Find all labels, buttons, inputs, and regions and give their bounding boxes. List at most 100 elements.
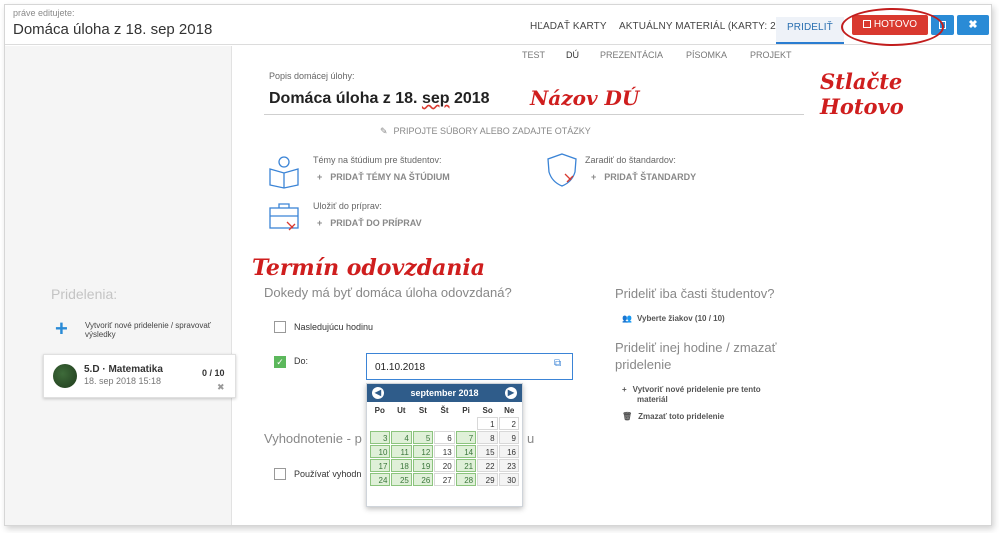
tab-exam[interactable]: PÍSOMKA xyxy=(686,50,727,60)
calendar-day[interactable]: 4 xyxy=(391,431,412,444)
calendar-day[interactable]: 23 xyxy=(498,459,519,472)
tab-assign[interactable]: PRIDELIŤ xyxy=(776,17,844,44)
add-standards-link[interactable]: + PRIDAŤ ŠTANDARDY xyxy=(591,172,696,182)
calendar-day[interactable]: 3 xyxy=(370,431,391,444)
calendar-grid: 1 2 3 4 5 6 7 8 9 10 11 12 13 14 15 16 1… xyxy=(367,417,522,486)
remove-icon[interactable]: ✖ xyxy=(217,382,225,393)
calendar-day[interactable]: 25 xyxy=(391,473,412,486)
app-window: práve editujete: Domáca úloha z 18. sep … xyxy=(4,4,992,526)
deadline-date-input[interactable]: 01.10.2018 xyxy=(366,353,573,380)
calendar-day-empty xyxy=(370,417,390,430)
calendar-day-empty xyxy=(413,417,433,430)
calendar-day[interactable]: 7 xyxy=(455,431,477,444)
calendar-day: 1 xyxy=(477,417,498,430)
attach-link[interactable]: ✎ PRIPOJTE SÚBORY ALEBO ZADAJTE OTÁZKY xyxy=(380,126,591,137)
calendar-day[interactable]: 11 xyxy=(391,445,412,458)
add-prep-link[interactable]: + PRIDAŤ DO PRÍPRAV xyxy=(317,218,422,228)
description-label: Popis domácej úlohy: xyxy=(269,71,355,81)
partial-students-title: Prideliť iba časti študentov? xyxy=(615,286,775,301)
evaluation-title: Vyhodnotenie - p xyxy=(264,431,362,446)
calendar-day[interactable]: 29 xyxy=(477,473,498,486)
tab-search-cards[interactable]: HĽADAŤ KARTY xyxy=(530,21,607,32)
new-assignment-link[interactable]: Vytvoriť nové pridelenie / spravovať výs… xyxy=(85,321,215,339)
next-month-icon[interactable]: ▶ xyxy=(505,387,517,399)
standards-label: Zaradiť do štandardov: xyxy=(585,155,676,165)
calendar-day[interactable]: 15 xyxy=(477,445,498,458)
editing-label: práve editujete: xyxy=(13,8,75,18)
class-assignment-card[interactable]: 5.D · Matematika 18. sep 2018 15:18 0 / … xyxy=(43,354,236,398)
delete-assignment-link[interactable]: 🗑 Zmazať toto pridelenie xyxy=(622,412,724,421)
calendar-day[interactable]: 24 xyxy=(370,473,391,486)
plus-icon: + xyxy=(317,218,323,228)
class-avatar xyxy=(53,364,77,388)
calendar-day[interactable]: 19 xyxy=(412,459,434,472)
to-date-checkbox[interactable]: ✓ xyxy=(274,356,286,368)
deadline-question: Dokedy má byť domáca úloha odovzdaná? xyxy=(264,285,512,300)
tab-project[interactable]: PROJEKT xyxy=(750,50,792,60)
use-evaluation-checkbox[interactable] xyxy=(274,468,286,480)
trash-icon: 🗑 xyxy=(622,412,633,421)
tab-presentation[interactable]: PREZENTÁCIA xyxy=(600,50,663,60)
tab-current-material[interactable]: AKTUÁLNY MATERIÁL (KARTY: 2) xyxy=(619,21,779,32)
plus-icon: + xyxy=(622,385,627,394)
other-lesson-title-2: pridelenie xyxy=(615,357,672,372)
calendar-day[interactable]: 20 xyxy=(434,459,455,472)
other-lesson-title: Prideliť inej hodine / zmazať xyxy=(615,340,777,355)
shield-icon xyxy=(547,153,577,187)
calendar-month: september 2018 xyxy=(410,388,479,398)
calendar-day: 2 xyxy=(498,417,519,430)
to-date-label: Do: xyxy=(294,356,309,366)
assignments-sidebar: Pridelenia: + Vytvoriť nové pridelenie /… xyxy=(5,46,236,525)
class-date: 18. sep 2018 15:18 xyxy=(84,376,162,386)
calendar-day[interactable]: 9 xyxy=(498,431,519,444)
calendar-day[interactable]: 10 xyxy=(370,445,391,458)
briefcase-icon xyxy=(269,203,299,231)
external-link-icon[interactable]: ⧉ xyxy=(554,358,561,369)
select-students-link[interactable]: 👥 Vyberte žiakov (10 / 10) xyxy=(622,314,725,323)
calendar-day[interactable]: 30 xyxy=(498,473,519,486)
tab-homework[interactable]: DÚ xyxy=(566,50,579,60)
annotation-deadline: Termín odovzdania xyxy=(252,255,485,281)
calendar-day[interactable]: 8 xyxy=(477,431,498,444)
annotation-name: Názov DÚ xyxy=(530,86,640,110)
tab-test[interactable]: TEST xyxy=(522,50,545,60)
close-button[interactable]: ✖ xyxy=(957,15,989,35)
date-picker: ◀ september 2018 ▶ Po Ut St Št Pi So Ne 1 2 3 … xyxy=(366,383,523,507)
calendar-day[interactable]: 17 xyxy=(370,459,391,472)
calendar-day[interactable]: 27 xyxy=(434,473,455,486)
calendar-day[interactable]: 14 xyxy=(455,445,477,458)
calendar-weekdays: Po Ut St Št Pi So Ne xyxy=(374,406,515,415)
calendar-day[interactable]: 6 xyxy=(434,431,455,444)
calendar-day[interactable]: 13 xyxy=(434,445,455,458)
book-icon xyxy=(269,156,299,189)
plus-icon: + xyxy=(317,172,323,182)
evaluation-title-end: u xyxy=(527,431,535,446)
users-icon: 👥 xyxy=(622,314,632,323)
plus-icon: + xyxy=(591,172,597,182)
prev-month-icon[interactable]: ◀ xyxy=(372,387,384,399)
calendar-day[interactable]: 12 xyxy=(412,445,434,458)
calendar-day-empty xyxy=(434,417,454,430)
calendar-day[interactable]: 28 xyxy=(455,473,477,486)
calendar-day[interactable]: 16 xyxy=(498,445,519,458)
assignments-title: Pridelenia: xyxy=(51,286,118,302)
calendar-header: ◀ september 2018 ▶ xyxy=(367,384,522,402)
create-new-assignment-link[interactable]: + Vytvoriť nové pridelenie pre tento xyxy=(622,385,761,394)
calendar-day-empty xyxy=(456,417,476,430)
use-evaluation-label: Používať vyhodn xyxy=(294,469,362,479)
calendar-day[interactable]: 26 xyxy=(412,473,434,486)
next-lesson-checkbox[interactable] xyxy=(274,321,286,333)
calendar-day[interactable]: 21 xyxy=(455,459,477,472)
calendar-day[interactable]: 22 xyxy=(477,459,498,472)
calendar-day[interactable]: 5 xyxy=(412,431,434,444)
class-count: 0 / 10 xyxy=(202,368,225,378)
prep-label: Uložiť do príprav: xyxy=(313,201,382,211)
done-annotation-ellipse xyxy=(841,8,944,46)
create-new-assignment-link-2[interactable]: materiál xyxy=(637,395,668,404)
annotation-done: Stlačte Hotovo xyxy=(820,69,904,119)
class-name: 5.D · Matematika xyxy=(84,364,163,375)
paperclip-icon: ✎ xyxy=(380,126,388,136)
calendar-day[interactable]: 18 xyxy=(391,459,412,472)
plus-icon[interactable]: + xyxy=(55,318,68,340)
add-topics-link[interactable]: + PRIDAŤ TÉMY NA ŠTÚDIUM xyxy=(317,172,450,182)
